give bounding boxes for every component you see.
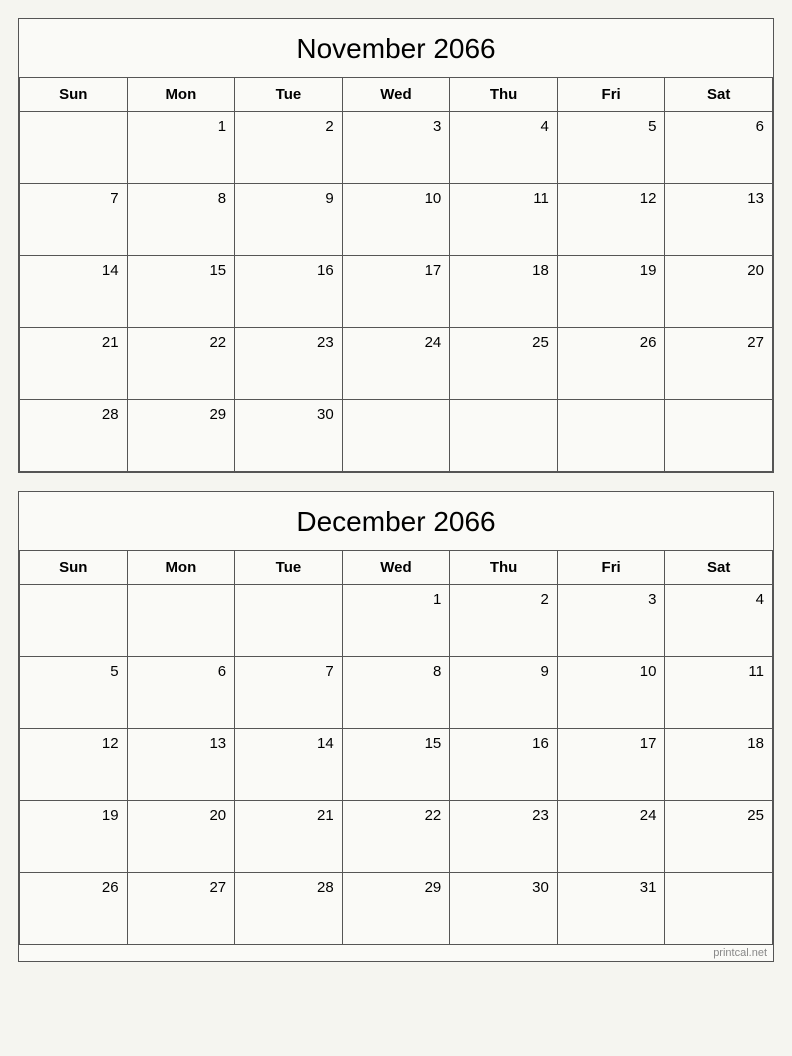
- dec-w1-tue: [235, 585, 343, 657]
- dec-w1-wed: 1: [343, 585, 451, 657]
- dec-w3-mon: 13: [128, 729, 236, 801]
- nov-w2-tue: 9: [235, 184, 343, 256]
- watermark: printcal.net: [19, 945, 773, 961]
- nov-w5-sun: 28: [20, 400, 128, 472]
- dec-w4-thu: 23: [450, 801, 558, 873]
- nov-w3-sun: 14: [20, 256, 128, 328]
- nov-w2-thu: 11: [450, 184, 558, 256]
- december-calendar: December 2066 Sun Mon Tue Wed Thu Fri Sa…: [18, 491, 774, 962]
- nov-header-mon: Mon: [128, 78, 236, 112]
- nov-w2-wed: 10: [343, 184, 451, 256]
- nov-w4-sun: 21: [20, 328, 128, 400]
- december-grid: Sun Mon Tue Wed Thu Fri Sat 1 2 3 4 5 6 …: [19, 551, 773, 945]
- nov-w3-fri: 19: [558, 256, 666, 328]
- nov-w4-tue: 23: [235, 328, 343, 400]
- nov-w4-wed: 24: [343, 328, 451, 400]
- dec-header-tue: Tue: [235, 551, 343, 585]
- nov-w2-sat: 13: [665, 184, 773, 256]
- dec-w2-sat: 11: [665, 657, 773, 729]
- dec-w1-mon: [128, 585, 236, 657]
- dec-w5-tue: 28: [235, 873, 343, 945]
- december-title: December 2066: [19, 492, 773, 551]
- dec-w4-fri: 24: [558, 801, 666, 873]
- nov-w3-sat: 20: [665, 256, 773, 328]
- dec-w2-sun: 5: [20, 657, 128, 729]
- nov-w2-fri: 12: [558, 184, 666, 256]
- nov-w1-sun: [20, 112, 128, 184]
- dec-w3-tue: 14: [235, 729, 343, 801]
- dec-w3-wed: 15: [343, 729, 451, 801]
- nov-w1-sat: 6: [665, 112, 773, 184]
- nov-w4-fri: 26: [558, 328, 666, 400]
- dec-w2-thu: 9: [450, 657, 558, 729]
- dec-header-mon: Mon: [128, 551, 236, 585]
- dec-w2-wed: 8: [343, 657, 451, 729]
- dec-header-sun: Sun: [20, 551, 128, 585]
- dec-header-sat: Sat: [665, 551, 773, 585]
- dec-w4-tue: 21: [235, 801, 343, 873]
- dec-header-wed: Wed: [343, 551, 451, 585]
- nov-w2-sun: 7: [20, 184, 128, 256]
- dec-w2-fri: 10: [558, 657, 666, 729]
- dec-header-thu: Thu: [450, 551, 558, 585]
- november-calendar: November 2066 Sun Mon Tue Wed Thu Fri Sa…: [18, 18, 774, 473]
- nov-header-tue: Tue: [235, 78, 343, 112]
- dec-header-fri: Fri: [558, 551, 666, 585]
- nov-w3-tue: 16: [235, 256, 343, 328]
- dec-w1-sun: [20, 585, 128, 657]
- dec-w4-wed: 22: [343, 801, 451, 873]
- nov-w5-fri: [558, 400, 666, 472]
- dec-w4-sat: 25: [665, 801, 773, 873]
- nov-w4-mon: 22: [128, 328, 236, 400]
- nov-w5-wed: [343, 400, 451, 472]
- nov-w3-mon: 15: [128, 256, 236, 328]
- dec-w1-fri: 3: [558, 585, 666, 657]
- nov-w4-thu: 25: [450, 328, 558, 400]
- nov-w5-thu: [450, 400, 558, 472]
- dec-w1-sat: 4: [665, 585, 773, 657]
- nov-w1-tue: 2: [235, 112, 343, 184]
- dec-w5-sat: [665, 873, 773, 945]
- nov-w4-sat: 27: [665, 328, 773, 400]
- calendar-container: November 2066 Sun Mon Tue Wed Thu Fri Sa…: [18, 18, 774, 962]
- nov-w2-mon: 8: [128, 184, 236, 256]
- dec-w5-fri: 31: [558, 873, 666, 945]
- dec-w3-fri: 17: [558, 729, 666, 801]
- dec-w3-sun: 12: [20, 729, 128, 801]
- nov-w5-tue: 30: [235, 400, 343, 472]
- nov-w5-sat: [665, 400, 773, 472]
- dec-w5-mon: 27: [128, 873, 236, 945]
- dec-w3-thu: 16: [450, 729, 558, 801]
- nov-header-sun: Sun: [20, 78, 128, 112]
- dec-w2-tue: 7: [235, 657, 343, 729]
- nov-header-wed: Wed: [343, 78, 451, 112]
- nov-w1-thu: 4: [450, 112, 558, 184]
- nov-w1-fri: 5: [558, 112, 666, 184]
- nov-w3-thu: 18: [450, 256, 558, 328]
- nov-w1-mon: 1: [128, 112, 236, 184]
- dec-w4-mon: 20: [128, 801, 236, 873]
- nov-w3-wed: 17: [343, 256, 451, 328]
- dec-w5-sun: 26: [20, 873, 128, 945]
- nov-w1-wed: 3: [343, 112, 451, 184]
- nov-w5-mon: 29: [128, 400, 236, 472]
- dec-w5-wed: 29: [343, 873, 451, 945]
- dec-w5-thu: 30: [450, 873, 558, 945]
- november-grid: Sun Mon Tue Wed Thu Fri Sat 1 2 3 4 5 6 …: [19, 78, 773, 472]
- dec-w2-mon: 6: [128, 657, 236, 729]
- dec-w1-thu: 2: [450, 585, 558, 657]
- nov-header-thu: Thu: [450, 78, 558, 112]
- dec-w3-sat: 18: [665, 729, 773, 801]
- nov-header-sat: Sat: [665, 78, 773, 112]
- dec-w4-sun: 19: [20, 801, 128, 873]
- nov-header-fri: Fri: [558, 78, 666, 112]
- november-title: November 2066: [19, 19, 773, 78]
